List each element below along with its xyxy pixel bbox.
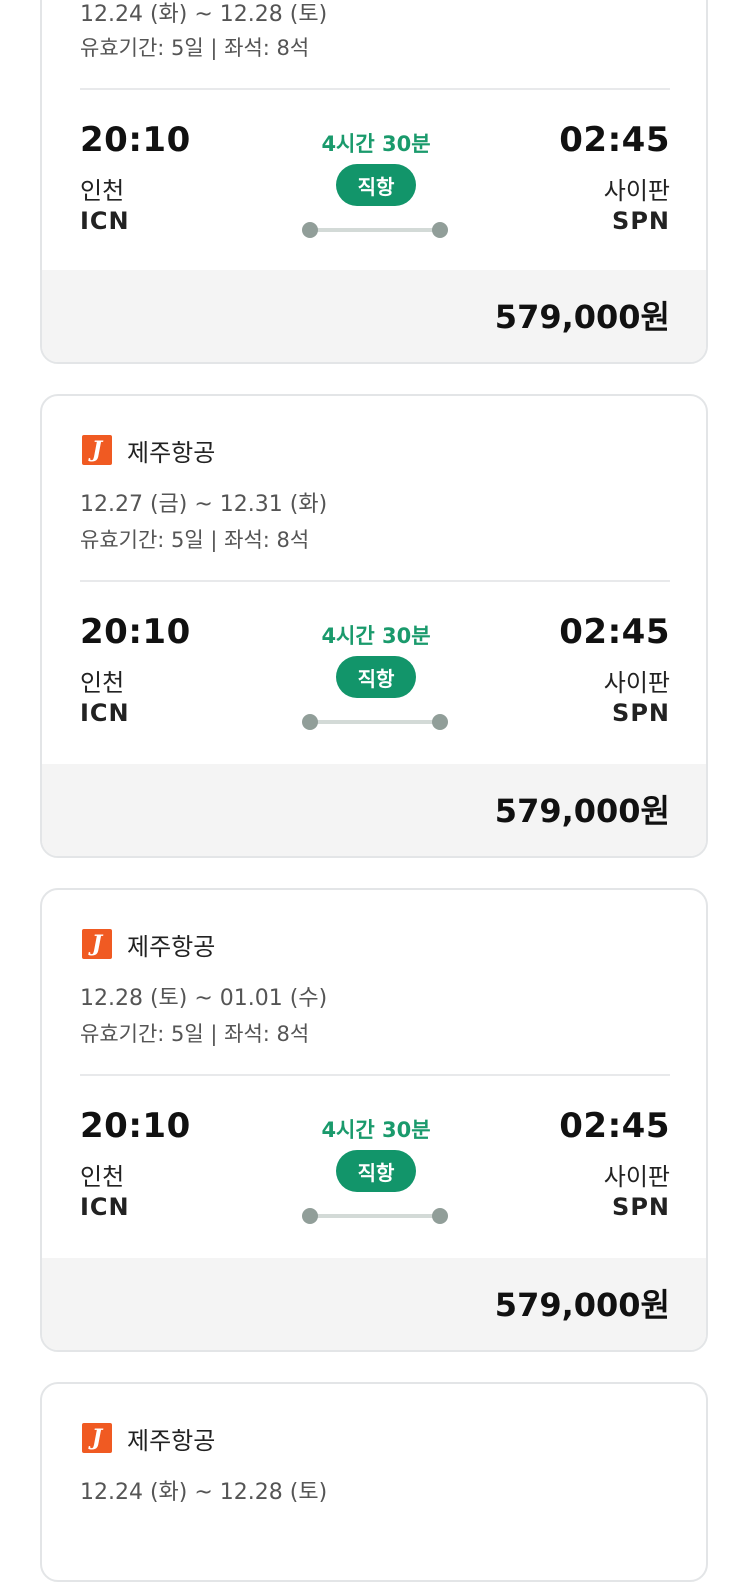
flight-card[interactable]: J 제주항공 12.27 (금) ~ 12.31 (화) 유효기간: 5일 | … bbox=[40, 394, 708, 858]
departure-city: 인천 bbox=[80, 669, 125, 697]
destination-dot bbox=[432, 714, 448, 730]
departure-city: 인천 bbox=[80, 1163, 125, 1191]
route-line bbox=[311, 228, 441, 232]
validity-seats: 유효기간: 5일 | 좌석: 8석 bbox=[80, 36, 310, 60]
arrival-city: 사이판 bbox=[603, 177, 670, 205]
arrival-time: 02:45 bbox=[559, 120, 670, 160]
arrival-code: SPN bbox=[612, 1193, 670, 1221]
flight-card[interactable]: 12.24 (화) ~ 12.28 (토) 유효기간: 5일 | 좌석: 8석 … bbox=[40, 0, 708, 364]
travel-dates: 12.28 (토) ~ 01.01 (수) bbox=[80, 986, 328, 1011]
direct-flight-badge: 직항 bbox=[336, 164, 416, 206]
jeju-air-logo-icon: J bbox=[82, 435, 112, 465]
airline-header: J 제주항공 bbox=[82, 928, 216, 961]
divider bbox=[80, 1074, 670, 1076]
travel-dates: 12.24 (화) ~ 12.28 (토) bbox=[80, 1480, 328, 1505]
arrival-code: SPN bbox=[612, 699, 670, 727]
divider bbox=[80, 88, 670, 90]
origin-dot bbox=[302, 714, 318, 730]
flight-card[interactable]: J 제주항공 12.28 (토) ~ 01.01 (수) 유효기간: 5일 | … bbox=[40, 888, 708, 1352]
route-line bbox=[311, 720, 441, 724]
validity-seats: 유효기간: 5일 | 좌석: 8석 bbox=[80, 1022, 310, 1046]
direct-flight-badge: 직항 bbox=[336, 656, 416, 698]
price-bar: 579,000원 bbox=[42, 1258, 706, 1350]
arrival-city: 사이판 bbox=[603, 1163, 670, 1191]
flight-card[interactable]: J 제주항공 12.24 (화) ~ 12.28 (토) bbox=[40, 1382, 708, 1582]
price: 579,000원 bbox=[494, 298, 670, 336]
price: 579,000원 bbox=[494, 1286, 670, 1324]
divider bbox=[80, 580, 670, 582]
airline-name: 제주항공 bbox=[127, 438, 216, 467]
departure-code: ICN bbox=[80, 207, 130, 235]
travel-dates: 12.27 (금) ~ 12.31 (화) bbox=[80, 492, 328, 517]
origin-dot bbox=[302, 1208, 318, 1224]
departure-code: ICN bbox=[80, 1193, 130, 1221]
departure-code: ICN bbox=[80, 699, 130, 727]
direct-flight-badge: 직항 bbox=[336, 1150, 416, 1192]
arrival-code: SPN bbox=[612, 207, 670, 235]
airline-name: 제주항공 bbox=[127, 932, 216, 961]
validity-seats: 유효기간: 5일 | 좌석: 8석 bbox=[80, 528, 310, 552]
arrival-time: 02:45 bbox=[559, 612, 670, 652]
arrival-city: 사이판 bbox=[603, 669, 670, 697]
departure-city: 인천 bbox=[80, 177, 125, 205]
travel-dates: 12.24 (화) ~ 12.28 (토) bbox=[80, 2, 328, 27]
arrival-time: 02:45 bbox=[559, 1106, 670, 1146]
airline-header: J 제주항공 bbox=[82, 1422, 216, 1455]
airline-header: J 제주항공 bbox=[82, 434, 216, 467]
origin-dot bbox=[302, 222, 318, 238]
route-line bbox=[311, 1214, 441, 1218]
jeju-air-logo-icon: J bbox=[82, 1423, 112, 1453]
price: 579,000원 bbox=[494, 792, 670, 830]
price-bar: 579,000원 bbox=[42, 764, 706, 856]
airline-name: 제주항공 bbox=[127, 1426, 216, 1455]
jeju-air-logo-icon: J bbox=[82, 929, 112, 959]
price-bar: 579,000원 bbox=[42, 270, 706, 362]
destination-dot bbox=[432, 222, 448, 238]
destination-dot bbox=[432, 1208, 448, 1224]
